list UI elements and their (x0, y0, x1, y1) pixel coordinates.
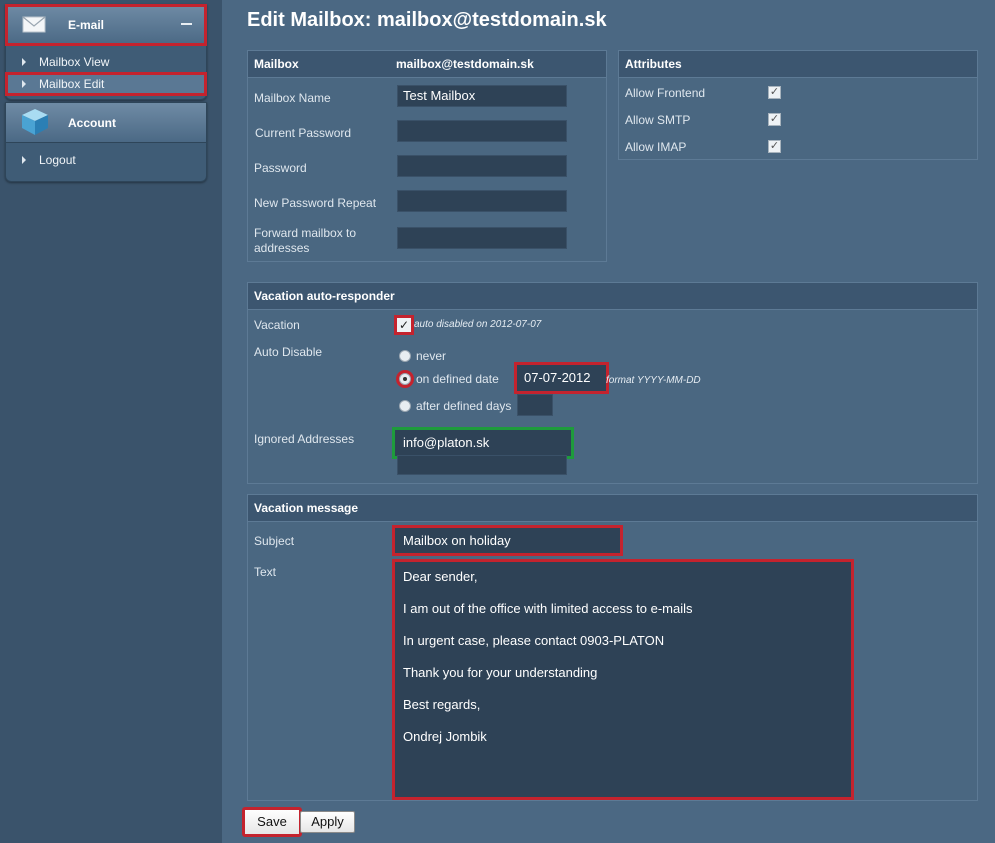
auto-disable-days-input[interactable] (517, 394, 553, 416)
email-panel: E-mail Mailbox View Mailbox Edit (5, 4, 207, 100)
message-line: Dear sender, (403, 569, 478, 584)
mailbox-header-label: Mailbox (254, 57, 299, 71)
radio-defined-date-label: on defined date (416, 372, 499, 386)
radio-never-label: never (416, 349, 447, 363)
ignored-address-input-1[interactable]: info@platon.sk (392, 427, 574, 459)
sidebar-item-label: Logout (39, 153, 76, 167)
text-label: Text (254, 565, 277, 579)
email-section-header[interactable]: E-mail (5, 4, 207, 46)
sidebar-item-mailbox-edit[interactable]: Mailbox Edit (5, 72, 207, 96)
password-input[interactable] (397, 155, 567, 177)
apply-button[interactable]: Apply (300, 811, 355, 833)
cube-icon (22, 109, 48, 135)
sidebar: E-mail Mailbox View Mailbox Edit Account… (0, 0, 222, 843)
subject-input[interactable]: Mailbox on holiday (392, 525, 623, 556)
account-section-title: Account (68, 116, 116, 130)
ignored-addresses-label: Ignored Addresses (254, 432, 355, 446)
message-line: Thank you for your understanding (403, 665, 598, 680)
arrow-right-icon (22, 80, 26, 88)
message-line: I am out of the office with limited acce… (403, 601, 693, 616)
date-format-note: format YYYY-MM-DD (606, 375, 701, 386)
new-password-repeat-label: New Password Repeat (254, 196, 377, 210)
sidebar-item-mailbox-view[interactable]: Mailbox View (6, 51, 206, 73)
sidebar-item-label: Mailbox View (39, 55, 110, 69)
mailbox-header-value: mailbox@testdomain.sk (396, 57, 534, 71)
attributes-box: Attributes Allow Frontend ✓ Allow SMTP ✓… (618, 50, 978, 160)
message-box: Vacation message Subject Mailbox on holi… (247, 494, 978, 801)
mailbox-name-label: Mailbox Name (254, 91, 331, 105)
account-panel: Account Logout (5, 102, 207, 182)
mailbox-box: Mailbox mailbox@testdomain.sk Mailbox Na… (247, 50, 607, 262)
forward-addresses-label: Forward mailbox to addresses (254, 226, 357, 255)
envelope-icon (22, 16, 46, 33)
email-section-title: E-mail (68, 18, 105, 32)
vacation-checkbox[interactable]: ✓ (394, 315, 414, 335)
message-line: In urgent case, please contact 0903-PLAT… (403, 633, 665, 648)
message-box-header: Vacation message (248, 495, 977, 522)
vacation-auto-disabled-note: auto disabled on 2012-07-07 (414, 319, 542, 330)
forward-addresses-input[interactable] (397, 227, 567, 249)
arrow-right-icon (22, 156, 26, 164)
vacation-box: Vacation auto-responder Vacation ✓ auto … (247, 282, 978, 484)
current-password-label: Current Password (255, 126, 352, 140)
save-button[interactable]: Save (242, 807, 302, 837)
sidebar-item-logout[interactable]: Logout (6, 149, 206, 171)
radio-defined-days[interactable] (399, 400, 411, 412)
vacation-label: Vacation (254, 318, 300, 332)
allow-smtp-label: Allow SMTP (625, 113, 691, 127)
radio-defined-date[interactable] (399, 373, 411, 385)
ignored-address-input-2[interactable] (397, 455, 567, 475)
allow-imap-label: Allow IMAP (625, 140, 687, 154)
page-title: Edit Mailbox: mailbox@testdomain.sk (247, 9, 607, 31)
collapse-icon[interactable] (181, 23, 192, 25)
arrow-right-icon (22, 58, 26, 66)
radio-never[interactable] (399, 350, 411, 362)
message-textarea[interactable]: Dear sender, I am out of the office with… (392, 559, 854, 800)
allow-imap-checkbox[interactable]: ✓ (768, 140, 781, 153)
allow-frontend-checkbox[interactable]: ✓ (768, 86, 781, 99)
allow-frontend-label: Allow Frontend (625, 86, 706, 100)
message-line: Best regards, (403, 697, 481, 712)
mailbox-box-header: Mailbox mailbox@testdomain.sk (248, 51, 606, 78)
subject-label: Subject (254, 534, 295, 548)
allow-smtp-checkbox[interactable]: ✓ (768, 113, 781, 126)
radio-defined-days-label: after defined days (416, 399, 512, 413)
attributes-box-header: Attributes (619, 51, 977, 78)
current-password-input[interactable] (397, 120, 567, 142)
message-line: Ondrej Jombik (403, 729, 487, 744)
vacation-box-header: Vacation auto-responder (248, 283, 977, 310)
password-label: Password (254, 161, 307, 175)
new-password-repeat-input[interactable] (397, 190, 567, 212)
sidebar-item-label: Mailbox Edit (39, 77, 105, 91)
account-section-header[interactable]: Account (6, 103, 206, 143)
auto-disable-date-input[interactable]: 07-07-2012 (514, 362, 609, 394)
auto-disable-label: Auto Disable (254, 345, 323, 359)
mailbox-name-input[interactable]: Test Mailbox (397, 85, 567, 107)
